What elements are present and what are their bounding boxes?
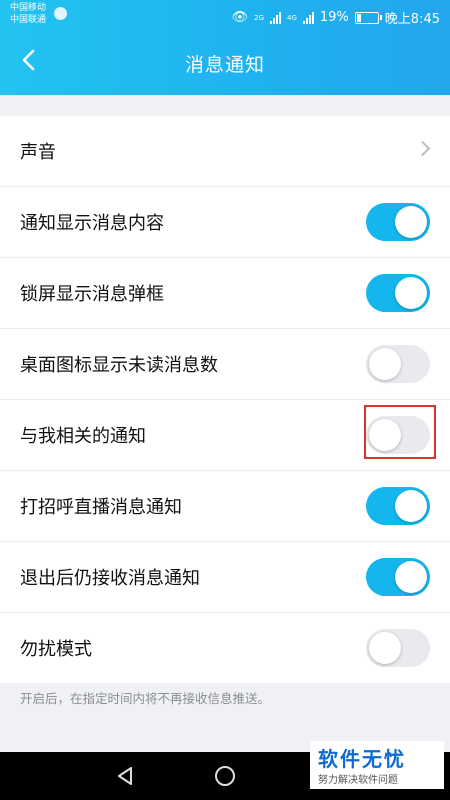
toggle-knob (395, 277, 427, 309)
toggle-knob (369, 348, 401, 380)
carrier-info: 中国移动 中国联通 (10, 2, 46, 26)
toggle-knob (395, 206, 427, 238)
chevron-right-icon (414, 140, 431, 157)
signal-icon-2 (302, 11, 314, 24)
circle-home-icon[interactable] (213, 764, 237, 788)
setting-row[interactable]: 退出后仍接收消息通知 (0, 542, 450, 613)
toggle-switch[interactable] (366, 558, 430, 596)
setting-row[interactable]: 锁屏显示消息弹框 (0, 258, 450, 329)
setting-row[interactable]: 通知显示消息内容 (0, 187, 450, 258)
watermark-title: 软件无忧 (318, 747, 406, 771)
setting-label: 声音 (20, 142, 56, 163)
setting-row[interactable]: 桌面图标显示未读消息数 (0, 329, 450, 400)
toggle-knob (395, 490, 427, 522)
watermark: 软件无忧 努力解决软件问题 (310, 741, 444, 789)
page-title: 消息通知 (184, 54, 265, 76)
dnd-footnote: 开启后，在指定时间内将不再接收信息推送。 (20, 691, 271, 706)
toggle-switch[interactable] (366, 487, 430, 525)
setting-row[interactable]: 声音 (0, 116, 450, 187)
clock: 晚上8:45 (384, 12, 440, 27)
highlight-box (364, 405, 436, 459)
setting-label: 打招呼直播消息通知 (20, 497, 182, 518)
toggle-switch[interactable] (366, 629, 430, 667)
toggle-knob (395, 561, 427, 593)
nav-bar-top: 消息通知 (0, 38, 450, 86)
setting-label: 与我相关的通知 (20, 426, 146, 447)
status-right: 👁 2G 4G 19% 晚上8:45 (232, 8, 440, 27)
battery-icon (354, 11, 382, 24)
triangle-back-icon[interactable] (113, 764, 137, 788)
carrier-2: 中国联通 (10, 15, 47, 25)
status-bar: 中国移动 中国联通 👁 2G 4G 19% 晚上8:45 (0, 0, 450, 32)
setting-row[interactable]: 与我相关的通知 (0, 400, 450, 471)
setting-label: 退出后仍接收消息通知 (20, 568, 200, 589)
setting-label: 桌面图标显示未读消息数 (20, 355, 218, 376)
signal-icon-1 (270, 11, 281, 24)
eye-icon: 👁 (231, 10, 249, 25)
toggle-switch[interactable] (366, 203, 430, 241)
setting-label: 勿扰模式 (20, 639, 92, 660)
setting-label: 通知显示消息内容 (20, 213, 164, 234)
watermark-subtitle: 努力解决软件问题 (318, 775, 398, 786)
toggle-switch[interactable] (366, 345, 430, 383)
network-4g-label: 4G (287, 13, 297, 22)
battery-fill (356, 13, 361, 22)
app-header: 中国移动 中国联通 👁 2G 4G 19% 晚上8:45 消息通知 (0, 0, 450, 95)
notification-app-icon (54, 7, 67, 20)
carrier-1: 中国移动 (10, 3, 47, 13)
toggle-switch[interactable] (366, 274, 430, 312)
setting-row[interactable]: 打招呼直播消息通知 (0, 471, 450, 542)
network-2g-label: 2G (254, 13, 264, 22)
battery-percent: 19% (319, 10, 349, 25)
settings-list: 声音通知显示消息内容 锁屏显示消息弹框桌面图标显示未读消息数 与我相关的通知打招呼直… (0, 116, 450, 683)
setting-row[interactable]: 勿扰模式 (0, 613, 450, 683)
setting-label: 锁屏显示消息弹框 (20, 284, 164, 305)
toggle-knob (369, 632, 401, 664)
